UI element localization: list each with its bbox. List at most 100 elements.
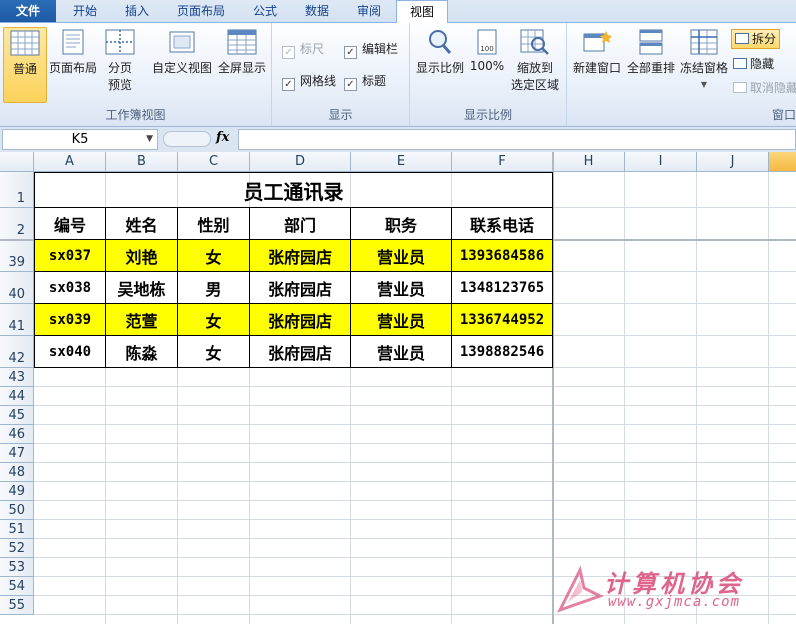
unhide-button[interactable]: 取消隐藏	[733, 79, 796, 97]
group-label-workbook-views: 工作簿视图	[105, 108, 166, 122]
column-title-cell[interactable]: 编号	[34, 208, 106, 240]
chevron-down-icon[interactable]: ▼	[146, 130, 153, 149]
column-header[interactable]	[769, 152, 796, 172]
normal-view-button[interactable]: 普通	[3, 27, 47, 103]
page-layout-view-button[interactable]: 页面布局	[48, 27, 98, 101]
new-window-button[interactable]: 新建窗口	[571, 27, 623, 101]
row-header[interactable]: 50	[0, 501, 34, 520]
full-screen-button[interactable]: 全屏显示	[216, 27, 268, 101]
tab-view[interactable]: 视图	[396, 0, 448, 24]
group-label-window: 窗口	[771, 108, 796, 122]
column-title-cell[interactable]: 性别	[178, 208, 250, 240]
row-header[interactable]: 46	[0, 425, 34, 444]
tab-file[interactable]: 文件	[0, 0, 56, 22]
tab-page-layout[interactable]: 页面布局	[164, 0, 238, 22]
table-cell[interactable]: 1348123765	[452, 272, 553, 304]
table-cell[interactable]: 女	[178, 304, 250, 336]
custom-views-button[interactable]: 自定义视图	[150, 27, 214, 101]
row-header[interactable]: 52	[0, 539, 34, 558]
row-header[interactable]: 43	[0, 368, 34, 387]
row-header[interactable]: 48	[0, 463, 34, 482]
tab-insert[interactable]: 插入	[112, 0, 162, 22]
column-title-cell[interactable]: 姓名	[106, 208, 178, 240]
select-all-corner[interactable]	[0, 152, 34, 172]
table-cell[interactable]: 刘艳	[106, 240, 178, 272]
column-header[interactable]: F	[452, 152, 553, 172]
row-header[interactable]: 44	[0, 387, 34, 406]
row-header[interactable]: 47	[0, 444, 34, 463]
table-cell[interactable]: 营业员	[351, 304, 452, 336]
table-cell[interactable]: 张府园店	[250, 336, 351, 368]
table-cell[interactable]: 女	[178, 240, 250, 272]
row-header[interactable]: 42	[0, 336, 34, 368]
table-cell[interactable]: 张府园店	[250, 272, 351, 304]
tab-formulas[interactable]: 公式	[240, 0, 290, 22]
split-icon	[735, 33, 749, 44]
table-cell[interactable]: 吴地栋	[106, 272, 178, 304]
column-title-cell[interactable]: 部门	[250, 208, 351, 240]
tab-review[interactable]: 审阅	[344, 0, 394, 22]
table-cell[interactable]: 1398882546	[452, 336, 553, 368]
worksheet-grid[interactable]: A B C D E F H I J 1 2 39 40 41 42 43 44 45 46 47 48 49 50 51 52 5…	[0, 152, 796, 624]
column-title-cell[interactable]: 联系电话	[452, 208, 553, 240]
row-header[interactable]: 53	[0, 558, 34, 577]
row-header[interactable]: 49	[0, 482, 34, 501]
zoom-button[interactable]: 显示比例	[414, 27, 466, 101]
table-cell[interactable]: 男	[178, 272, 250, 304]
row-header[interactable]: 39	[0, 240, 34, 272]
row-header[interactable]: 1	[0, 172, 34, 208]
split-button[interactable]: 拆分	[731, 29, 781, 49]
freeze-panes-button[interactable]: 冻结窗格 ▼	[678, 27, 730, 101]
tab-home[interactable]: 开始	[58, 0, 112, 22]
insert-function-icon[interactable]: fx	[216, 130, 229, 145]
ruler-checkbox[interactable]: ✓ 标尺	[282, 41, 324, 59]
page-layout-icon	[62, 29, 84, 55]
table-cell[interactable]: 1393684586	[452, 240, 553, 272]
column-header[interactable]: E	[351, 152, 452, 172]
table-cell[interactable]: sx037	[34, 240, 106, 272]
row-header[interactable]: 2	[0, 208, 34, 240]
column-header[interactable]: I	[625, 152, 697, 172]
tab-data[interactable]: 数据	[292, 0, 342, 22]
row-header[interactable]: 45	[0, 406, 34, 425]
table-cell[interactable]: 营业员	[351, 272, 452, 304]
column-title-cell[interactable]: 职务	[351, 208, 452, 240]
column-header[interactable]: J	[697, 152, 769, 172]
formula-bar-checkbox[interactable]: ✓ 编辑栏	[344, 41, 398, 59]
formula-bar-resize-handle[interactable]	[163, 131, 211, 147]
headings-checkbox[interactable]: ✓ 标题	[344, 73, 386, 91]
page-break-preview-button[interactable]: 分页 预览	[100, 27, 140, 101]
zoom-to-selection-button[interactable]: 缩放到 选定区域	[508, 27, 562, 101]
table-cell[interactable]: 范萱	[106, 304, 178, 336]
table-cell[interactable]: 女	[178, 336, 250, 368]
gridline-horizontal	[34, 424, 796, 425]
column-header[interactable]: D	[250, 152, 351, 172]
row-header[interactable]: 41	[0, 304, 34, 336]
new-window-label: 新建窗口	[572, 61, 621, 75]
formula-input[interactable]	[238, 129, 796, 150]
row-header[interactable]: 54	[0, 577, 34, 596]
table-cell[interactable]: sx039	[34, 304, 106, 336]
row-header[interactable]: 55	[0, 596, 34, 615]
row-header[interactable]: 51	[0, 520, 34, 539]
row-header[interactable]: 40	[0, 272, 34, 304]
hide-button[interactable]: 隐藏	[733, 55, 774, 73]
table-cell[interactable]: 张府园店	[250, 240, 351, 272]
arrange-all-button[interactable]: 全部重排	[625, 27, 677, 101]
table-cell[interactable]: 陈淼	[106, 336, 178, 368]
table-cell[interactable]: 营业员	[351, 240, 452, 272]
column-header[interactable]: A	[34, 152, 106, 172]
column-header[interactable]: B	[106, 152, 178, 172]
table-cell[interactable]: 营业员	[351, 336, 452, 368]
table-cell[interactable]: sx040	[34, 336, 106, 368]
column-header[interactable]: H	[553, 152, 625, 172]
table-cell[interactable]: 张府园店	[250, 304, 351, 336]
name-box[interactable]: K5 ▼	[2, 129, 158, 150]
gridlines-checkbox[interactable]: ✓ 网格线	[282, 73, 336, 91]
sheet-title[interactable]: 员工通讯录	[34, 172, 553, 208]
column-header[interactable]: C	[178, 152, 250, 172]
zoom-100-button[interactable]: 100 100%	[468, 27, 506, 101]
table-cell[interactable]: 1336744952	[452, 304, 553, 336]
table-cell[interactable]: sx038	[34, 272, 106, 304]
custom-views-label: 自定义视图	[151, 61, 212, 75]
